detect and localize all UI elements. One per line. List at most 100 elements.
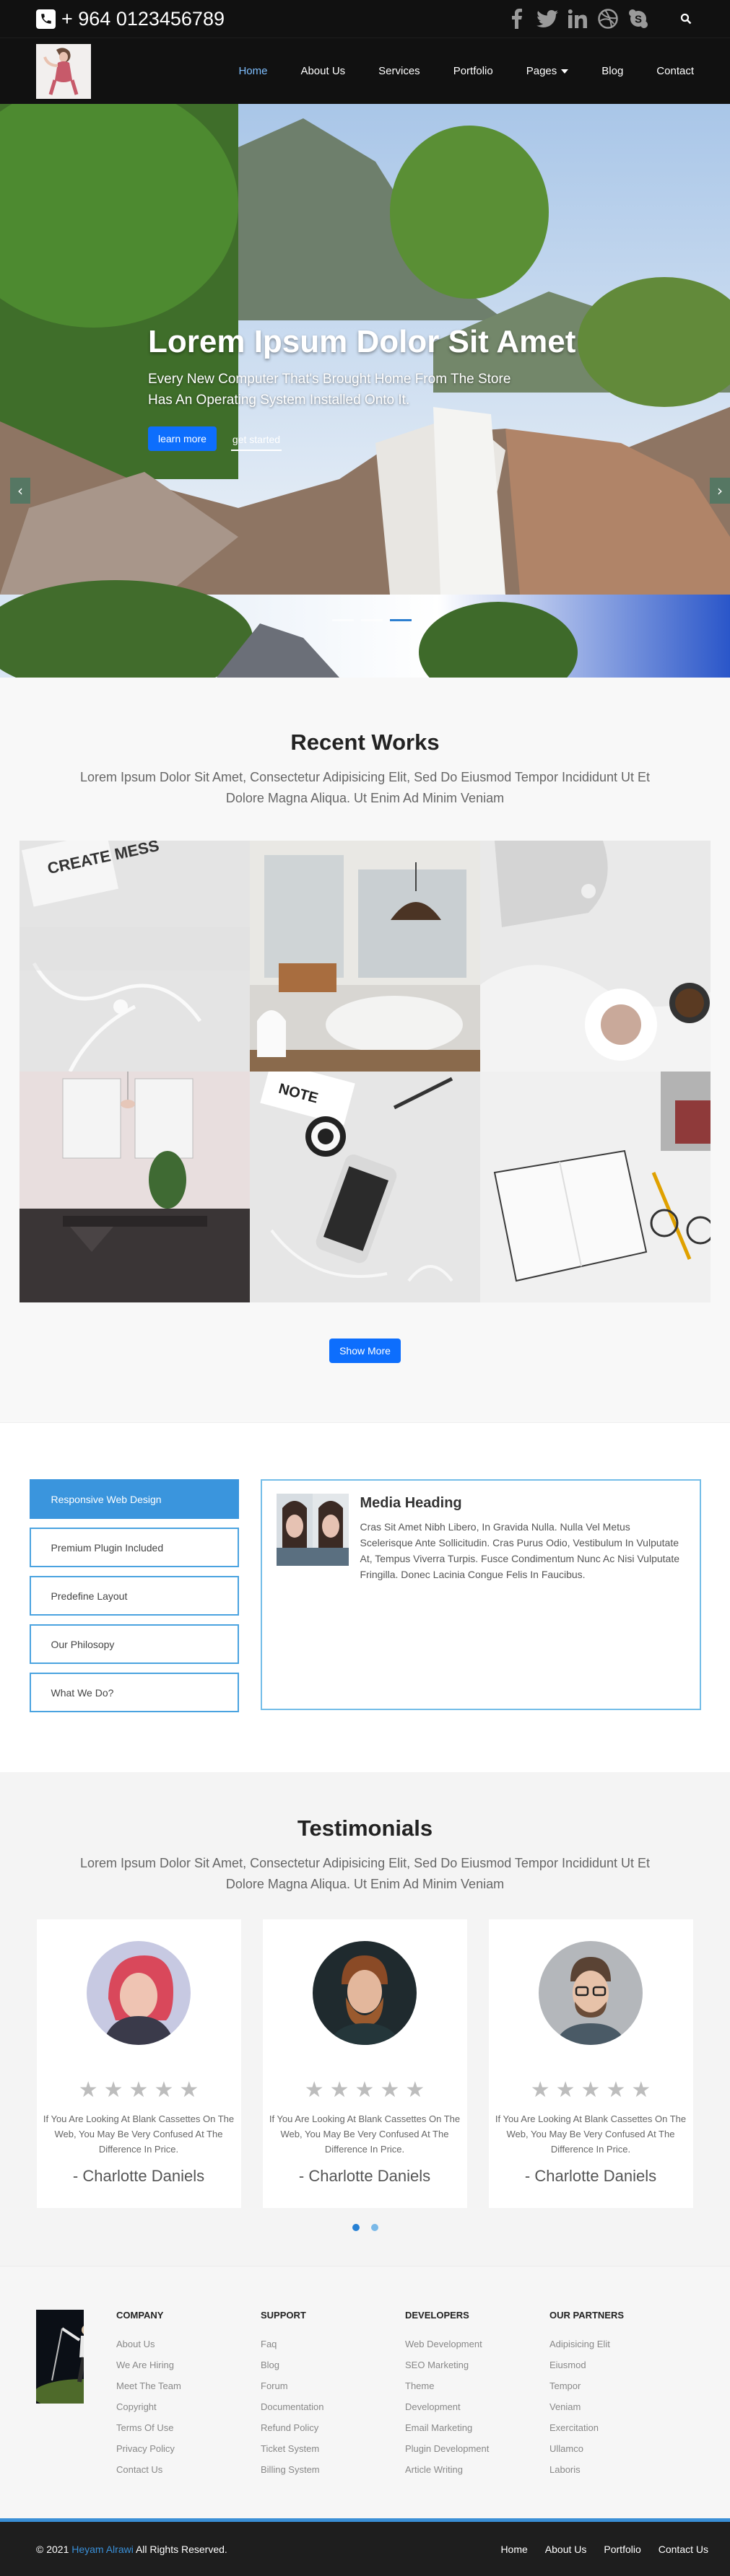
skype-icon[interactable]: S xyxy=(627,8,649,30)
bottom-link-contact-us[interactable]: Contact Us xyxy=(659,2544,708,2555)
footer-link[interactable]: Faq xyxy=(261,2334,405,2354)
copyright-prefix: © 2021 xyxy=(36,2543,69,2555)
footer-link[interactable]: Laboris xyxy=(549,2459,694,2480)
testimonial-indicator-1[interactable] xyxy=(352,2224,360,2231)
footer-link[interactable]: Veniam xyxy=(549,2396,694,2417)
carousel-next-button[interactable]: › xyxy=(710,478,730,504)
bottom-link-about-us[interactable]: About Us xyxy=(545,2544,587,2555)
nav-home[interactable]: Home xyxy=(222,65,284,77)
carousel-indicator-3[interactable] xyxy=(390,619,412,621)
linkedin-icon[interactable] xyxy=(567,8,588,30)
tab-responsive-web-design[interactable]: Responsive Web Design xyxy=(29,1479,239,1519)
nav-contact[interactable]: Contact xyxy=(640,65,694,77)
star-icon: ★ xyxy=(329,2077,349,2103)
footer-link[interactable]: Ticket System xyxy=(261,2438,405,2459)
carousel-indicator-1[interactable] xyxy=(332,619,354,621)
footer-link[interactable]: Theme xyxy=(405,2375,549,2396)
tab-predefine-layout[interactable]: Predefine Layout xyxy=(29,1576,239,1616)
phone-contact[interactable]: + 964 0123456789 xyxy=(36,8,225,30)
testimonial-indicator-2[interactable] xyxy=(370,2224,378,2231)
nav-about-us[interactable]: About Us xyxy=(284,65,362,77)
top-bar: + 964 0123456789 S xyxy=(0,0,730,38)
work-item-phone[interactable]: NOTE xyxy=(250,1072,480,1302)
star-rating: ★ ★ ★ ★ ★ xyxy=(79,2080,199,2101)
bottom-link-home[interactable]: Home xyxy=(500,2544,527,2555)
media-image xyxy=(276,1494,349,1566)
nav-services[interactable]: Services xyxy=(362,65,437,77)
bottom-link-portfolio[interactable]: Portfolio xyxy=(604,2544,640,2555)
star-icon: ★ xyxy=(304,2077,324,2103)
works-grid: CREATE MESS NOTE xyxy=(19,841,711,1302)
tab-what-we-do[interactable]: What We Do? xyxy=(29,1673,239,1712)
bottom-nav: Home About Us Portfolio Contact Us xyxy=(500,2544,708,2555)
tab-our-philosophy[interactable]: Our Philosopy xyxy=(29,1624,239,1664)
work-item-office[interactable] xyxy=(250,841,480,1072)
learn-more-button[interactable]: learn more xyxy=(148,426,217,451)
footer-link[interactable]: Forum xyxy=(261,2375,405,2396)
footer-link[interactable]: SEO Marketing xyxy=(405,2354,549,2375)
testimonials-subtitle: Lorem Ipsum Dolor Sit Amet, Consectetur … xyxy=(79,1856,651,1891)
avatar xyxy=(87,1941,191,2045)
testimonial-cards: ★ ★ ★ ★ ★ If You Are Looking At Blank Casset… xyxy=(36,1919,694,2208)
star-icon: ★ xyxy=(581,2077,601,2103)
footer-link[interactable]: Tempor xyxy=(549,2375,694,2396)
footer-link[interactable]: Copyright xyxy=(116,2396,261,2417)
star-icon: ★ xyxy=(154,2077,174,2103)
work-item-earphones[interactable]: CREATE MESS xyxy=(19,841,250,1072)
footer-link[interactable]: Blog xyxy=(261,2354,405,2375)
facebook-icon[interactable] xyxy=(506,8,528,30)
carousel-prev-button[interactable]: ‹ xyxy=(10,478,30,504)
footer-link[interactable]: Privacy Policy xyxy=(116,2438,261,2459)
tab-list: Responsive Web Design Premium Plugin Inc… xyxy=(29,1479,239,1712)
footer-link[interactable]: Email Marketing xyxy=(405,2417,549,2438)
nav-portfolio[interactable]: Portfolio xyxy=(437,65,510,77)
footer-link[interactable]: Article Writing xyxy=(405,2459,549,2480)
search-icon[interactable] xyxy=(678,11,694,27)
footer-link[interactable]: We Are Hiring xyxy=(116,2354,261,2375)
star-icon: ★ xyxy=(103,2077,123,2103)
copyright-text: © 2021 Heyam Alrawi All Rights Reserved. xyxy=(36,2544,227,2555)
footer-link[interactable]: Contact Us xyxy=(116,2459,261,2480)
footer-link[interactable]: Refund Policy xyxy=(261,2417,405,2438)
footer-link[interactable]: Ullamco xyxy=(549,2438,694,2459)
get-started-button[interactable]: get started xyxy=(230,426,282,451)
twitter-icon[interactable] xyxy=(536,8,558,30)
copyright-author-link[interactable]: Heyam Alrawi xyxy=(71,2544,134,2555)
features-tabs-section: Responsive Web Design Premium Plugin Inc… xyxy=(0,1422,730,1772)
show-more-button[interactable]: Show More xyxy=(329,1339,401,1363)
footer-link[interactable]: Eiusmod xyxy=(549,2354,694,2375)
footer-heading: SUPPORT xyxy=(261,2310,306,2321)
nav-blog[interactable]: Blog xyxy=(585,65,640,77)
footer-link[interactable]: Meet The Team xyxy=(116,2375,261,2396)
site-logo[interactable] xyxy=(36,43,91,99)
star-icon: ★ xyxy=(78,2077,98,2103)
hero-title: Lorem Ipsum Dolor Sit Amet xyxy=(148,324,576,359)
footer-link[interactable]: Documentation xyxy=(261,2396,405,2417)
recent-works-title: Recent Works xyxy=(290,730,440,755)
footer-link[interactable]: Plugin Development xyxy=(405,2438,549,2459)
work-item-interior[interactable] xyxy=(19,1072,250,1302)
footer-link[interactable]: About Us xyxy=(116,2334,261,2354)
carousel-indicator-2[interactable] xyxy=(361,619,383,621)
tab-premium-plugin[interactable]: Premium Plugin Included xyxy=(29,1528,239,1567)
nav-pages-label: Pages xyxy=(526,65,557,77)
work-item-notebook[interactable] xyxy=(480,1072,711,1302)
testimonial-indicators xyxy=(0,2224,730,2231)
footer-link[interactable]: Adipisicing Elit xyxy=(549,2334,694,2354)
phone-number: + 964 0123456789 xyxy=(61,7,225,30)
nav-menu: Home About Us Services Portfolio Pages B… xyxy=(222,65,694,77)
nav-pages-dropdown[interactable]: Pages xyxy=(510,65,586,77)
footer-link[interactable]: Web Development xyxy=(405,2334,549,2354)
testimonial-text: If You Are Looking At Blank Cassettes On… xyxy=(269,2113,461,2155)
star-icon: ★ xyxy=(631,2077,651,2103)
dribbble-icon[interactable] xyxy=(597,8,619,30)
footer-link[interactable]: Billing System xyxy=(261,2459,405,2480)
footer-link[interactable]: Development xyxy=(405,2396,549,2417)
chevron-right-icon: › xyxy=(717,482,723,499)
media-heading: Media Heading xyxy=(360,1495,462,1511)
star-icon: ★ xyxy=(129,2077,149,2103)
footer-link[interactable]: Terms Of Use xyxy=(116,2417,261,2438)
footer-heading: COMPANY xyxy=(116,2310,164,2321)
footer-link[interactable]: Exercitation xyxy=(549,2417,694,2438)
work-item-laptop[interactable] xyxy=(480,841,711,1072)
